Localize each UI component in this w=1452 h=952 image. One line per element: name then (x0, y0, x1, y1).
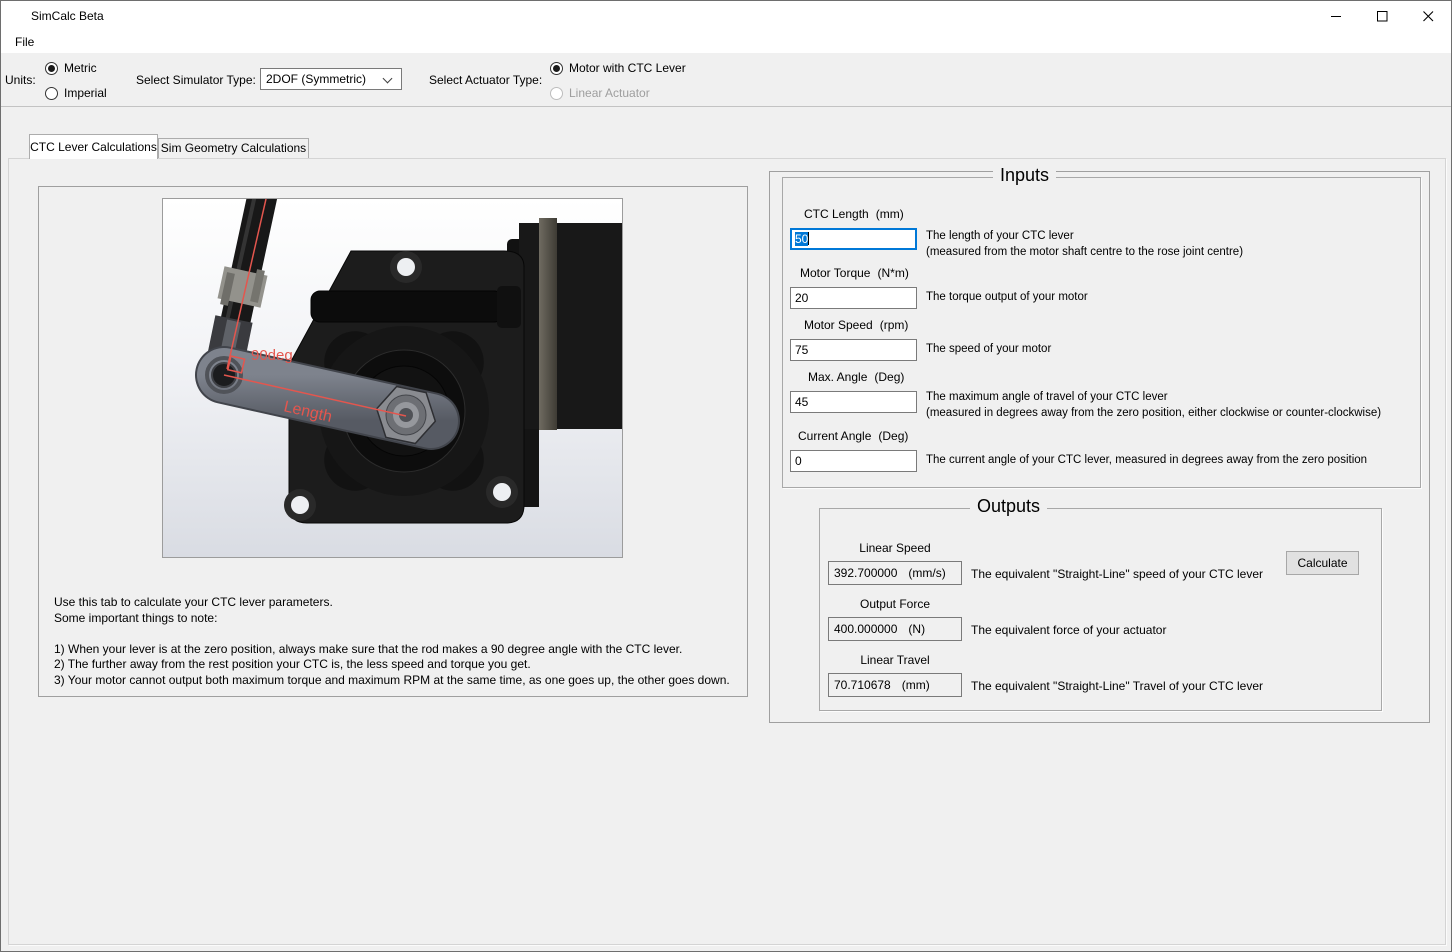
linear-travel-label: Linear Travel (860, 653, 930, 667)
max-angle-desc-2: (measured in degrees away from the zero … (926, 407, 1382, 419)
current-angle-input[interactable]: 0 (790, 450, 917, 472)
calculation-panel: Inputs CTC Length (mm) 50 The length of y… (769, 165, 1430, 723)
motor-torque-input[interactable]: 20 (790, 287, 917, 309)
inputs-groupbox: Inputs CTC Length (mm) 50 The length of y… (782, 165, 1421, 488)
linear-travel-output: 70.710678 (mm) (828, 673, 962, 697)
close-button[interactable] (1405, 1, 1451, 31)
tab-notes: Use this tab to calculate your CTC lever… (54, 595, 730, 687)
outputs-groupbox: Outputs Linear Speed 392.700000 (mm/s) Th… (819, 496, 1382, 711)
actuator-type-label: Select Actuator Type: (429, 73, 543, 87)
maximize-icon (1376, 10, 1387, 21)
linear-speed-label: Linear Speed (859, 541, 931, 555)
tab-sim-geometry-calculations[interactable]: Sim Geometry Calculations (158, 138, 309, 158)
simulator-type-label: Select Simulator Type: (136, 73, 256, 87)
maximize-button[interactable] (1359, 1, 1405, 31)
close-icon (1422, 10, 1433, 21)
menu-bar: File (1, 31, 1451, 53)
inputs-title: Inputs (993, 165, 1057, 186)
app-window: { "window": { "title": "SimCalc Beta", "… (0, 0, 1452, 952)
menu-file[interactable]: File (10, 33, 39, 51)
ctc-lever-diagram: 90deg Length (162, 189, 623, 558)
motor-speed-desc: The speed of your motor (926, 343, 1052, 355)
ctc-length-label: CTC Length (mm) (804, 207, 904, 221)
linear-travel-desc: The equivalent "Straight-Line" Travel of… (971, 679, 1263, 693)
title-bar: SimCalc Beta (1, 1, 1451, 31)
output-force-output: 400.000000 (N) (828, 617, 962, 641)
radio-imperial[interactable] (45, 87, 58, 100)
output-force-label: Output Force (859, 597, 931, 611)
max-angle-desc-1: The maximum angle of travel of your CTC … (926, 391, 1168, 403)
faceplate-slot (310, 290, 504, 323)
max-angle-label: Max. Angle (Deg) (808, 370, 905, 384)
selected-text: 50 (795, 232, 809, 246)
options-toolbar: Units: Metric Imperial Select Simulator … (1, 53, 1451, 107)
current-angle-desc: The current angle of your CTC lever, mea… (926, 454, 1368, 466)
motor-speed-input[interactable]: 75 (790, 339, 917, 361)
linear-speed-output: 392.700000 (mm/s) (828, 561, 962, 585)
minimize-icon (1330, 15, 1341, 17)
tab-ctc-lever-calculations[interactable]: CTC Lever Calculations (29, 134, 158, 159)
simulator-type-select[interactable]: 2DOF (Symmetric) (260, 68, 402, 90)
ctc-length-desc-2: (measured from the motor shaft centre to… (926, 246, 1244, 258)
tab-page-ctc-lever: 90deg Length Use this tab to calculate y… (8, 158, 1446, 945)
radio-motor-ctc-lever[interactable] (550, 62, 563, 75)
lever-info-panel: 90deg Length Use this tab to calculate y… (38, 186, 748, 697)
chevron-down-icon (382, 73, 393, 84)
window-controls (1313, 1, 1451, 31)
output-force-desc: The equivalent force of your actuator (971, 623, 1167, 637)
radio-metric-label[interactable]: Metric (64, 61, 97, 75)
window-title: SimCalc Beta (31, 9, 104, 23)
linear-speed-desc: The equivalent "Straight-Line" speed of … (971, 567, 1264, 581)
ctc-length-desc-1: The length of your CTC lever (926, 230, 1074, 242)
motor-torque-label: Motor Torque (N*m) (800, 266, 909, 280)
minimize-button[interactable] (1313, 1, 1359, 31)
radio-metric[interactable] (45, 62, 58, 75)
radio-linear-actuator (550, 87, 563, 100)
text-caret (808, 232, 810, 245)
radio-motor-ctc-lever-label[interactable]: Motor with CTC Lever (569, 61, 686, 75)
radio-imperial-label[interactable]: Imperial (64, 86, 107, 100)
max-angle-input[interactable]: 45 (790, 391, 917, 413)
units-label: Units: (5, 73, 36, 87)
ctc-length-input[interactable]: 50 (790, 228, 917, 250)
calculate-button[interactable]: Calculate (1286, 551, 1359, 575)
simulator-type-value: 2DOF (Symmetric) (266, 72, 366, 86)
current-angle-label: Current Angle (Deg) (798, 429, 909, 443)
motor-torque-desc: The torque output of your motor (926, 291, 1088, 303)
angle-annotation: 90deg (251, 347, 293, 364)
radio-linear-actuator-label: Linear Actuator (569, 86, 650, 100)
motor-speed-label: Motor Speed (rpm) (804, 318, 909, 332)
outputs-title: Outputs (970, 496, 1048, 517)
motor-render: 90deg Length (163, 189, 622, 557)
